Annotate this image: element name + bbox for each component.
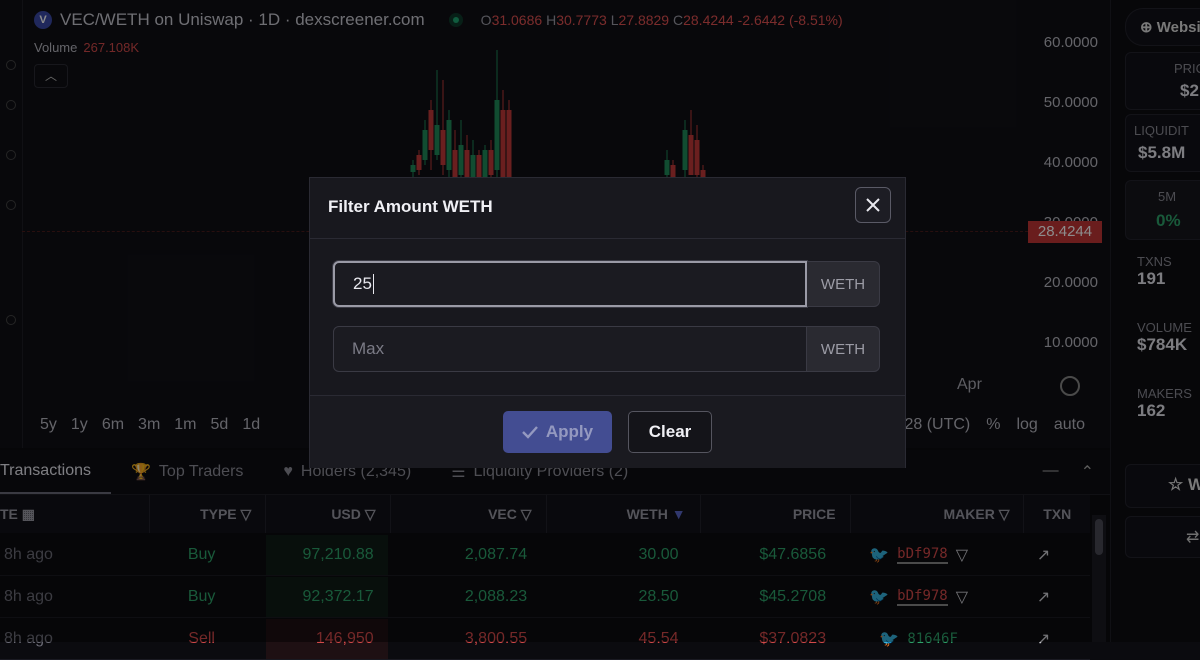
min-amount-field: 25 WETH <box>333 261 880 307</box>
filter-amount-dialog: Filter Amount WETH 25 WETH Max WETH Appl… <box>309 177 906 468</box>
max-amount-input[interactable]: Max <box>333 326 807 372</box>
apply-button[interactable]: Apply <box>503 411 612 453</box>
max-unit-label: WETH <box>807 326 880 372</box>
check-icon <box>522 426 538 439</box>
close-icon <box>866 198 880 212</box>
dialog-title: Filter Amount WETH <box>328 197 493 216</box>
close-button[interactable] <box>855 187 891 223</box>
min-unit-label: WETH <box>807 261 880 307</box>
min-amount-input[interactable]: 25 <box>333 261 807 307</box>
clear-button[interactable]: Clear <box>628 411 712 453</box>
max-amount-field: Max WETH <box>333 326 880 372</box>
